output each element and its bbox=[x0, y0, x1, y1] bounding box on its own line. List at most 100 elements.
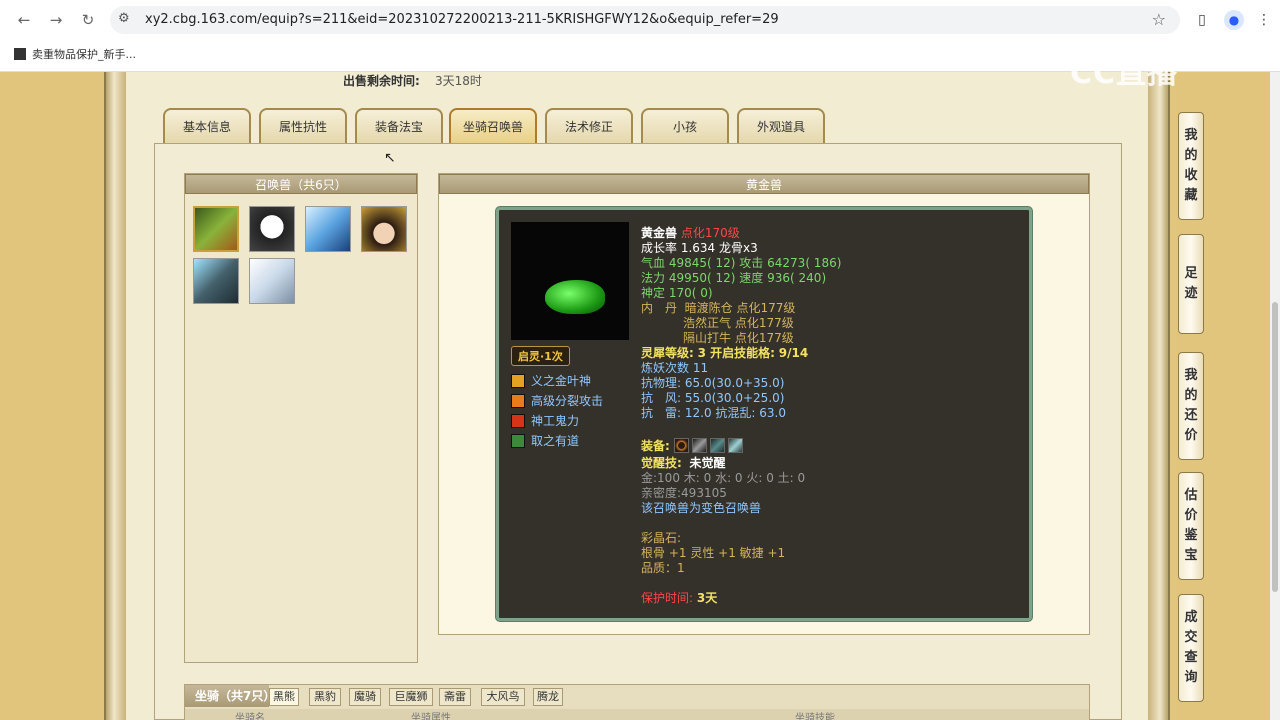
tab-basic-info[interactable]: 基本信息 bbox=[163, 108, 251, 144]
pet-avatar[interactable] bbox=[361, 206, 407, 252]
button-char: 我 bbox=[1184, 128, 1198, 143]
ring-icon[interactable] bbox=[673, 438, 689, 453]
mount-tab[interactable]: 魔骑 bbox=[349, 688, 381, 706]
scroll-edge-left bbox=[104, 72, 126, 720]
button-char: 交 bbox=[1184, 630, 1198, 645]
skill-item[interactable]: 高级分裂攻击 bbox=[511, 392, 603, 409]
pet-avatar[interactable] bbox=[305, 206, 351, 252]
page-scrollbar[interactable] bbox=[1270, 72, 1280, 720]
awaken-badge: 启灵·1次 bbox=[511, 346, 570, 366]
shending-value: 170( 0) bbox=[668, 286, 713, 300]
skill-item[interactable]: 神工鬼力 bbox=[511, 412, 579, 429]
tab-spell-correction[interactable]: 法术修正 bbox=[545, 108, 633, 144]
transactions-button[interactable]: 成交查询 bbox=[1178, 594, 1204, 702]
mount-tab[interactable]: 黑豹 bbox=[309, 688, 341, 706]
necklace-icon[interactable] bbox=[727, 438, 743, 453]
button-char: 收 bbox=[1184, 168, 1198, 183]
skill-item[interactable]: 取之有道 bbox=[511, 432, 579, 449]
pet-avatar[interactable] bbox=[249, 206, 295, 252]
stream-watermark: CC直播 bbox=[1070, 56, 1179, 91]
awaken-skill-line: 觉醒技: 未觉醒 bbox=[641, 456, 725, 471]
tab-children[interactable]: 小孩 bbox=[641, 108, 729, 144]
equipment-line: 装备: bbox=[641, 438, 746, 454]
pet-avatar[interactable] bbox=[193, 206, 239, 252]
back-icon[interactable]: ← bbox=[14, 10, 34, 30]
mp-label: 法力 bbox=[641, 271, 666, 285]
skill-item[interactable]: 义之金叶神 bbox=[511, 372, 591, 389]
url-text[interactable]: xy2.cbg.163.com/equip?s=211&eid=20231027… bbox=[145, 12, 779, 27]
mount-tab[interactable]: 巨魔狮 bbox=[389, 688, 433, 706]
reload-icon[interactable]: ↻ bbox=[78, 10, 98, 30]
tab-attributes[interactable]: 属性抗性 bbox=[259, 108, 347, 144]
mount-tab[interactable]: 黑熊 bbox=[269, 688, 299, 706]
column-header: 坐骑技能 bbox=[795, 713, 835, 720]
button-char: 询 bbox=[1184, 670, 1198, 685]
pet-detail-title: 黄金兽 bbox=[439, 174, 1089, 194]
skill-icon bbox=[511, 374, 525, 388]
crystal-stats: 根骨 +1 灵性 +1 敏捷 +1 bbox=[641, 546, 786, 560]
weapon-icon[interactable] bbox=[691, 438, 707, 453]
tab-equipment[interactable]: 装备法宝 bbox=[355, 108, 443, 144]
button-char: 我 bbox=[1184, 368, 1198, 383]
site-info-icon[interactable]: ⚙ bbox=[118, 11, 130, 26]
resist-label: 抗物理: bbox=[641, 376, 682, 390]
forward-icon[interactable]: → bbox=[46, 10, 66, 30]
lingxi-slots: 9/14 bbox=[778, 346, 809, 360]
menu-icon[interactable]: ⋮ bbox=[1254, 10, 1274, 30]
footprints-button[interactable]: 足迹 bbox=[1178, 234, 1204, 334]
pet-level: 点化170级 bbox=[680, 226, 740, 240]
neidan-item: 暗渡陈仓 点化177级 bbox=[684, 301, 796, 315]
elements-line: 金:100 木: 0 水: 0 火: 0 土: 0 bbox=[641, 471, 806, 485]
lingxi-label: 灵犀等级: bbox=[641, 346, 694, 360]
intimacy-line: 亲密度:493105 bbox=[641, 486, 727, 500]
attack-value: 64273( 186) bbox=[767, 256, 842, 270]
armor-icon[interactable] bbox=[709, 438, 725, 453]
address-bar[interactable]: ⚙ xy2.cbg.163.com/equip?s=211&eid=202310… bbox=[110, 6, 1180, 34]
skill-icon bbox=[511, 434, 525, 448]
resist-physical-line: 抗物理: 65.0(30.0+35.0) bbox=[641, 376, 784, 391]
pet-avatar[interactable] bbox=[193, 258, 239, 304]
pets-panel: 召唤兽（共6只） bbox=[184, 173, 418, 663]
awaken-skill-value: 未觉醒 bbox=[689, 456, 726, 470]
hp-label: 气血 bbox=[641, 256, 666, 270]
shending-line: 神定 170( 0) bbox=[641, 286, 713, 301]
resist-label: 抗 雷: bbox=[641, 406, 682, 420]
skill-label: 神工鬼力 bbox=[531, 414, 580, 428]
lingxi-line: 灵犀等级: 3 开启技能格: 9/14 bbox=[641, 346, 808, 361]
tab-mounts-pets[interactable]: 坐骑召唤兽 bbox=[449, 108, 537, 144]
bookmark-star-icon[interactable]: ☆ bbox=[1152, 10, 1166, 29]
button-char: 鉴 bbox=[1184, 528, 1198, 543]
pet-name: 黄金兽 bbox=[641, 226, 678, 240]
protect-time-value: 3天 bbox=[696, 591, 718, 605]
pet-avatar[interactable] bbox=[249, 258, 295, 304]
pet-portrait bbox=[511, 222, 629, 340]
pet-model-image bbox=[545, 280, 605, 314]
hp-value: 49845( 12) bbox=[668, 256, 736, 270]
scroll-edge-right bbox=[1148, 72, 1170, 720]
mount-tab[interactable]: 腾龙 bbox=[533, 688, 563, 706]
pet-info-card: 启灵·1次 义之金叶神 高级分裂攻击 神工鬼力 取之有道 黄金兽 点化170级 … bbox=[496, 207, 1032, 621]
mount-tab[interactable]: 斋雷 bbox=[439, 688, 471, 706]
skill-icon bbox=[511, 394, 525, 408]
button-char: 价 bbox=[1184, 508, 1198, 523]
bookmark-item[interactable]: 卖重物品保护_新手... bbox=[14, 46, 136, 62]
growth-line: 成长率 1.634 龙骨x3 bbox=[641, 241, 758, 255]
profile-icon[interactable]: ● bbox=[1224, 10, 1244, 30]
mp-speed-line: 法力 49950( 12) 速度 936( 240) bbox=[641, 271, 826, 286]
equipment-label: 装备: bbox=[641, 439, 670, 453]
button-char: 估 bbox=[1184, 488, 1198, 503]
mount-tab[interactable]: 大风鸟 bbox=[481, 688, 525, 706]
skill-label: 义之金叶神 bbox=[531, 374, 592, 388]
column-header: 坐骑名 bbox=[235, 713, 265, 720]
resist-value: 55.0(30.0+25.0) bbox=[684, 391, 785, 405]
my-favorites-button[interactable]: 我的收藏 bbox=[1178, 112, 1204, 220]
skill-icon bbox=[511, 414, 525, 428]
resist-thunder-line: 抗 雷: 12.0 抗混乱: 63.0 bbox=[641, 406, 786, 421]
scrollbar-thumb[interactable] bbox=[1272, 302, 1278, 592]
appraisal-button[interactable]: 估价鉴宝 bbox=[1178, 472, 1204, 580]
tab-appearance[interactable]: 外观道具 bbox=[737, 108, 825, 144]
side-panel-icon[interactable]: ▯ bbox=[1192, 10, 1212, 30]
my-offers-button[interactable]: 我的还价 bbox=[1178, 352, 1204, 460]
bookmark-label: 卖重物品保护_新手... bbox=[32, 48, 136, 61]
resist-label: 抗 风: bbox=[641, 391, 682, 405]
